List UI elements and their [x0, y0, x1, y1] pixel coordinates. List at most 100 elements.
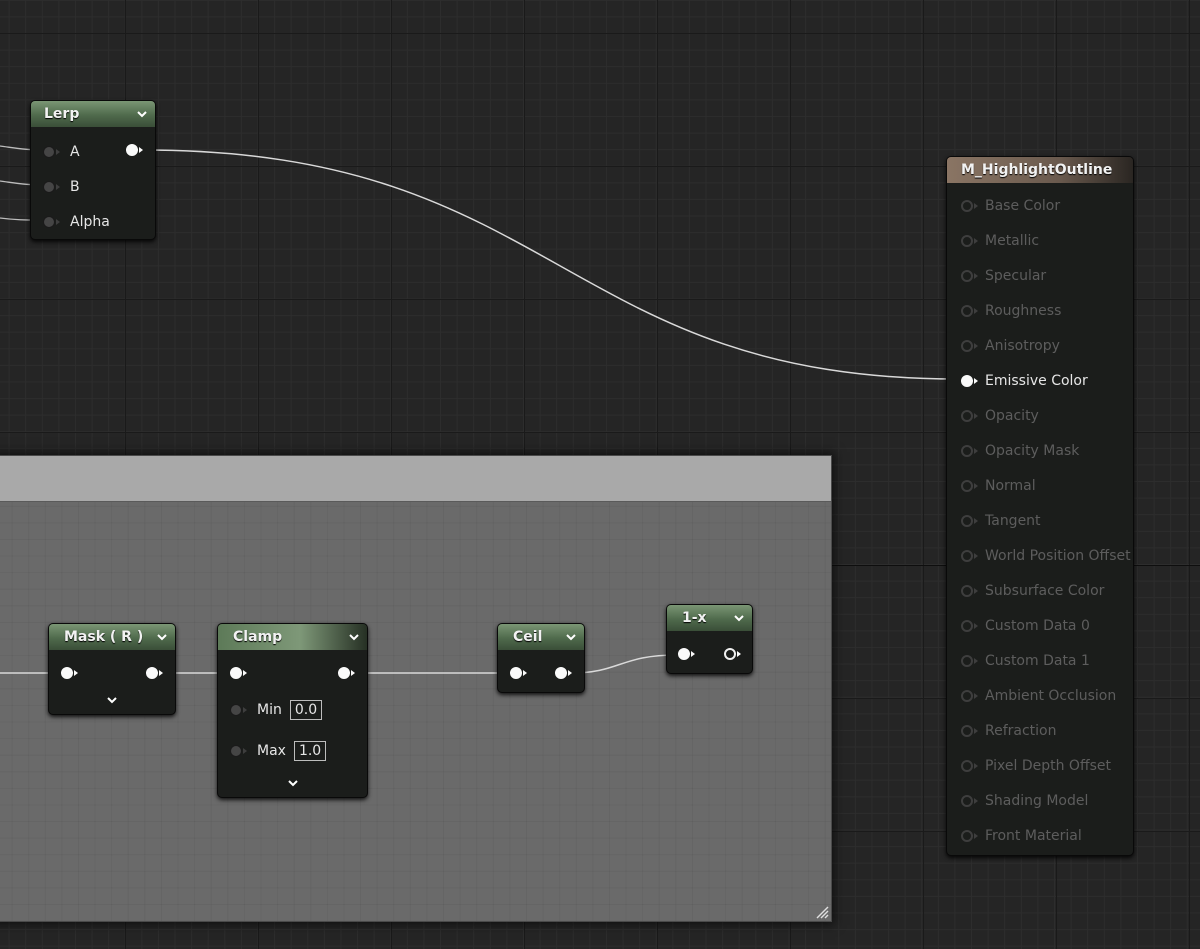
ceil-node[interactable]: Ceil — [497, 623, 585, 693]
pin-dot-icon[interactable] — [961, 655, 973, 667]
pin-dot-icon[interactable] — [961, 340, 973, 352]
material-pin-emissive-color[interactable]: Emissive Color — [961, 373, 1088, 389]
pin-dot-icon[interactable] — [961, 760, 973, 772]
clamp-max-input[interactable]: 1.0 — [293, 741, 327, 761]
pin-dot-icon[interactable] — [43, 181, 55, 193]
pin-dot-icon[interactable] — [961, 375, 973, 387]
material-pin-anisotropy[interactable]: Anisotropy — [961, 338, 1060, 354]
pin-arrow-icon — [974, 203, 978, 209]
chevron-down-icon[interactable] — [732, 611, 746, 625]
ceil-node-header[interactable]: Ceil — [498, 624, 584, 650]
expand-chevron-icon[interactable] — [286, 779, 300, 789]
material-pin-refraction[interactable]: Refraction — [961, 723, 1057, 739]
pin-arrow-icon — [243, 748, 247, 754]
comment-header[interactable] — [0, 456, 831, 502]
expand-chevron-icon[interactable] — [105, 696, 119, 706]
pin-dot-icon[interactable] — [961, 445, 973, 457]
pin-dot-icon[interactable] — [230, 745, 242, 757]
pin-dot-icon[interactable] — [961, 480, 973, 492]
pin-dot-icon[interactable] — [961, 725, 973, 737]
material-pin-front-material[interactable]: Front Material — [961, 828, 1082, 844]
mask-node-header[interactable]: Mask ( R ) — [49, 624, 175, 650]
chevron-down-icon[interactable] — [564, 630, 578, 644]
pin-arrow-icon — [974, 273, 978, 279]
material-pin-pixel-depth-offset[interactable]: Pixel Depth Offset — [961, 758, 1111, 774]
one-minus-output[interactable] — [724, 648, 741, 660]
pin-dot-icon[interactable] — [961, 410, 973, 422]
pin-dot-icon[interactable] — [555, 667, 567, 679]
pin-dot-icon[interactable] — [961, 795, 973, 807]
ceil-output[interactable] — [555, 667, 572, 679]
clamp-node[interactable]: Clamp Min 0.0 Max 1.0 — [217, 623, 368, 798]
pin-dot-icon[interactable] — [961, 305, 973, 317]
pin-dot-icon[interactable] — [230, 704, 242, 716]
clamp-input[interactable] — [230, 667, 247, 679]
pin-dot-icon[interactable] — [961, 585, 973, 597]
material-pin-custom-data-1[interactable]: Custom Data 1 — [961, 653, 1090, 669]
clamp-min-pin[interactable]: Min 0.0 — [230, 700, 323, 720]
material-pin-tangent[interactable]: Tangent — [961, 513, 1041, 529]
material-pin-label: Custom Data 1 — [985, 653, 1090, 669]
clamp-max-pin[interactable]: Max 1.0 — [230, 741, 327, 761]
material-pin-normal[interactable]: Normal — [961, 478, 1036, 494]
pin-dot-icon[interactable] — [61, 667, 73, 679]
pin-dot-icon[interactable] — [961, 620, 973, 632]
lerp-input-b[interactable]: B — [43, 179, 80, 195]
material-pin-roughness[interactable]: Roughness — [961, 303, 1061, 319]
mask-node[interactable]: Mask ( R ) — [48, 623, 176, 715]
pin-dot-icon[interactable] — [961, 200, 973, 212]
material-pin-label: Anisotropy — [985, 338, 1060, 354]
material-pin-shading-model[interactable]: Shading Model — [961, 793, 1088, 809]
pin-dot-icon[interactable] — [43, 146, 55, 158]
pin-dot-icon[interactable] — [961, 235, 973, 247]
resize-grip-icon[interactable] — [815, 905, 829, 919]
pin-dot-icon[interactable] — [961, 515, 973, 527]
chevron-down-icon[interactable] — [155, 630, 169, 644]
pin-dot-icon[interactable] — [961, 270, 973, 282]
material-pin-custom-data-0[interactable]: Custom Data 0 — [961, 618, 1090, 634]
material-pin-label: Normal — [985, 478, 1036, 494]
clamp-output[interactable] — [338, 667, 355, 679]
material-pin-ambient-occlusion[interactable]: Ambient Occlusion — [961, 688, 1116, 704]
pin-arrow-icon — [974, 413, 978, 419]
material-result-node[interactable]: M_HighlightOutline Base Color Metallic Spe… — [946, 156, 1134, 856]
pin-dot-icon[interactable] — [961, 830, 973, 842]
pin-dot-icon[interactable] — [230, 667, 242, 679]
clamp-node-header[interactable]: Clamp — [218, 624, 367, 650]
pin-dot-icon[interactable] — [43, 216, 55, 228]
one-minus-node-header[interactable]: 1-x — [667, 605, 752, 631]
pin-dot-icon[interactable] — [961, 550, 973, 562]
chevron-down-icon[interactable] — [135, 107, 149, 121]
material-name: M_HighlightOutline — [961, 162, 1113, 178]
pin-ring-icon[interactable] — [724, 648, 736, 660]
pin-dot-icon[interactable] — [338, 667, 350, 679]
lerp-node-header[interactable]: Lerp — [31, 101, 155, 127]
pin-arrow-icon — [974, 238, 978, 244]
material-pin-specular[interactable]: Specular — [961, 268, 1046, 284]
one-minus-node[interactable]: 1-x — [666, 604, 753, 674]
lerp-node[interactable]: Lerp A B Alpha — [30, 100, 156, 240]
chevron-down-icon[interactable] — [347, 630, 361, 644]
clamp-min-input[interactable]: 0.0 — [289, 700, 323, 720]
material-result-header[interactable]: M_HighlightOutline — [947, 157, 1133, 183]
pin-dot-icon[interactable] — [146, 667, 158, 679]
ceil-input[interactable] — [510, 667, 527, 679]
mask-output[interactable] — [146, 667, 163, 679]
material-pin-world-position-offset[interactable]: World Position Offset — [961, 548, 1131, 564]
material-pin-metallic[interactable]: Metallic — [961, 233, 1039, 249]
pin-dot-icon[interactable] — [510, 667, 522, 679]
material-pin-opacity-mask[interactable]: Opacity Mask — [961, 443, 1079, 459]
lerp-input-a[interactable]: A — [43, 144, 80, 160]
pin-dot-icon[interactable] — [126, 144, 138, 156]
mask-input[interactable] — [61, 667, 78, 679]
material-pin-opacity[interactable]: Opacity — [961, 408, 1039, 424]
clamp-max-label: Max — [257, 743, 286, 759]
lerp-input-alpha[interactable]: Alpha — [43, 214, 110, 230]
pin-dot-icon[interactable] — [961, 690, 973, 702]
pin-dot-icon[interactable] — [678, 648, 690, 660]
material-pin-base-color[interactable]: Base Color — [961, 198, 1060, 214]
clamp-min-label: Min — [257, 702, 282, 718]
one-minus-input[interactable] — [678, 648, 695, 660]
lerp-output[interactable] — [126, 144, 143, 156]
material-pin-subsurface-color[interactable]: Subsurface Color — [961, 583, 1104, 599]
